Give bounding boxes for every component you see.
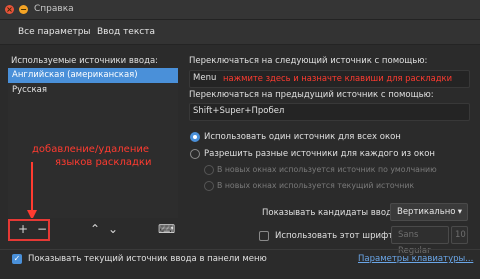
annotation-right: нажмите здесь и назначте клавиши для рас… — [223, 73, 453, 83]
bottom-divider — [0, 249, 480, 250]
source-item-english[interactable]: Английская (американская) — [8, 68, 178, 83]
prev-source-shortcut-value: Shift+Super+Пробел — [193, 106, 285, 116]
source-item-russian[interactable]: Русская — [8, 83, 178, 98]
radio-default-source[interactable] — [204, 165, 214, 175]
radio-current-source[interactable] — [204, 181, 214, 191]
use-font-label: Использовать этот шрифт: — [275, 231, 397, 241]
sources-heading: Используемые источники ввода: — [11, 56, 159, 66]
window-close-button[interactable]: × — [5, 5, 14, 14]
tab-text-entry[interactable]: Ввод текста — [97, 27, 155, 37]
font-family-button[interactable]: Sans Regular — [391, 226, 449, 256]
add-remove-highlight — [8, 219, 50, 241]
radio-one-source-label: Использовать один источник для всех окон — [204, 132, 401, 142]
radio-one-source[interactable] — [190, 132, 200, 142]
prev-source-label: Переключаться на предыдущий источник с п… — [189, 90, 434, 100]
radio-per-window-label: Разрешить разные источники для каждого и… — [204, 149, 435, 159]
candidates-value: Вертикально — [397, 207, 456, 217]
show-source-label: Показывать текущий источник ввода в пане… — [28, 254, 267, 264]
show-source-checkbox[interactable]: ✓ — [12, 254, 22, 264]
next-source-label: Переключаться на следующий источник с по… — [189, 56, 428, 66]
candidates-label: Показывать кандидаты ввода: — [262, 208, 400, 218]
use-font-checkbox[interactable] — [259, 231, 269, 241]
radio-per-window[interactable] — [190, 149, 200, 159]
move-down-button[interactable]: ⌄ — [106, 222, 120, 236]
annotation-line-1: добавление/удаление — [32, 144, 150, 155]
window-title: Справка — [34, 4, 74, 14]
font-size-field[interactable]: 10 — [451, 226, 468, 244]
radio-default-source-label: В новых окнах используется источник по у… — [217, 165, 437, 174]
annotation-line-2: языков раскладки — [55, 157, 152, 168]
keyboard-layout-button[interactable]: ⌨ — [158, 222, 175, 236]
next-source-shortcut-value: Menu — [193, 73, 217, 83]
move-up-button[interactable]: ⌃ — [88, 222, 102, 236]
tab-all-settings[interactable]: Все параметры — [18, 27, 91, 37]
radio-current-source-label: В новых окнах используется текущий источ… — [217, 181, 415, 190]
annotation-arrow-icon — [27, 162, 37, 220]
keyboard-settings-link[interactable]: Параметры клавиатуры... — [358, 254, 473, 264]
candidates-dropdown[interactable]: Вертикально ▾ — [390, 203, 468, 221]
chevron-down-icon: ▾ — [457, 207, 462, 217]
window-minimize-button[interactable]: − — [19, 5, 28, 14]
